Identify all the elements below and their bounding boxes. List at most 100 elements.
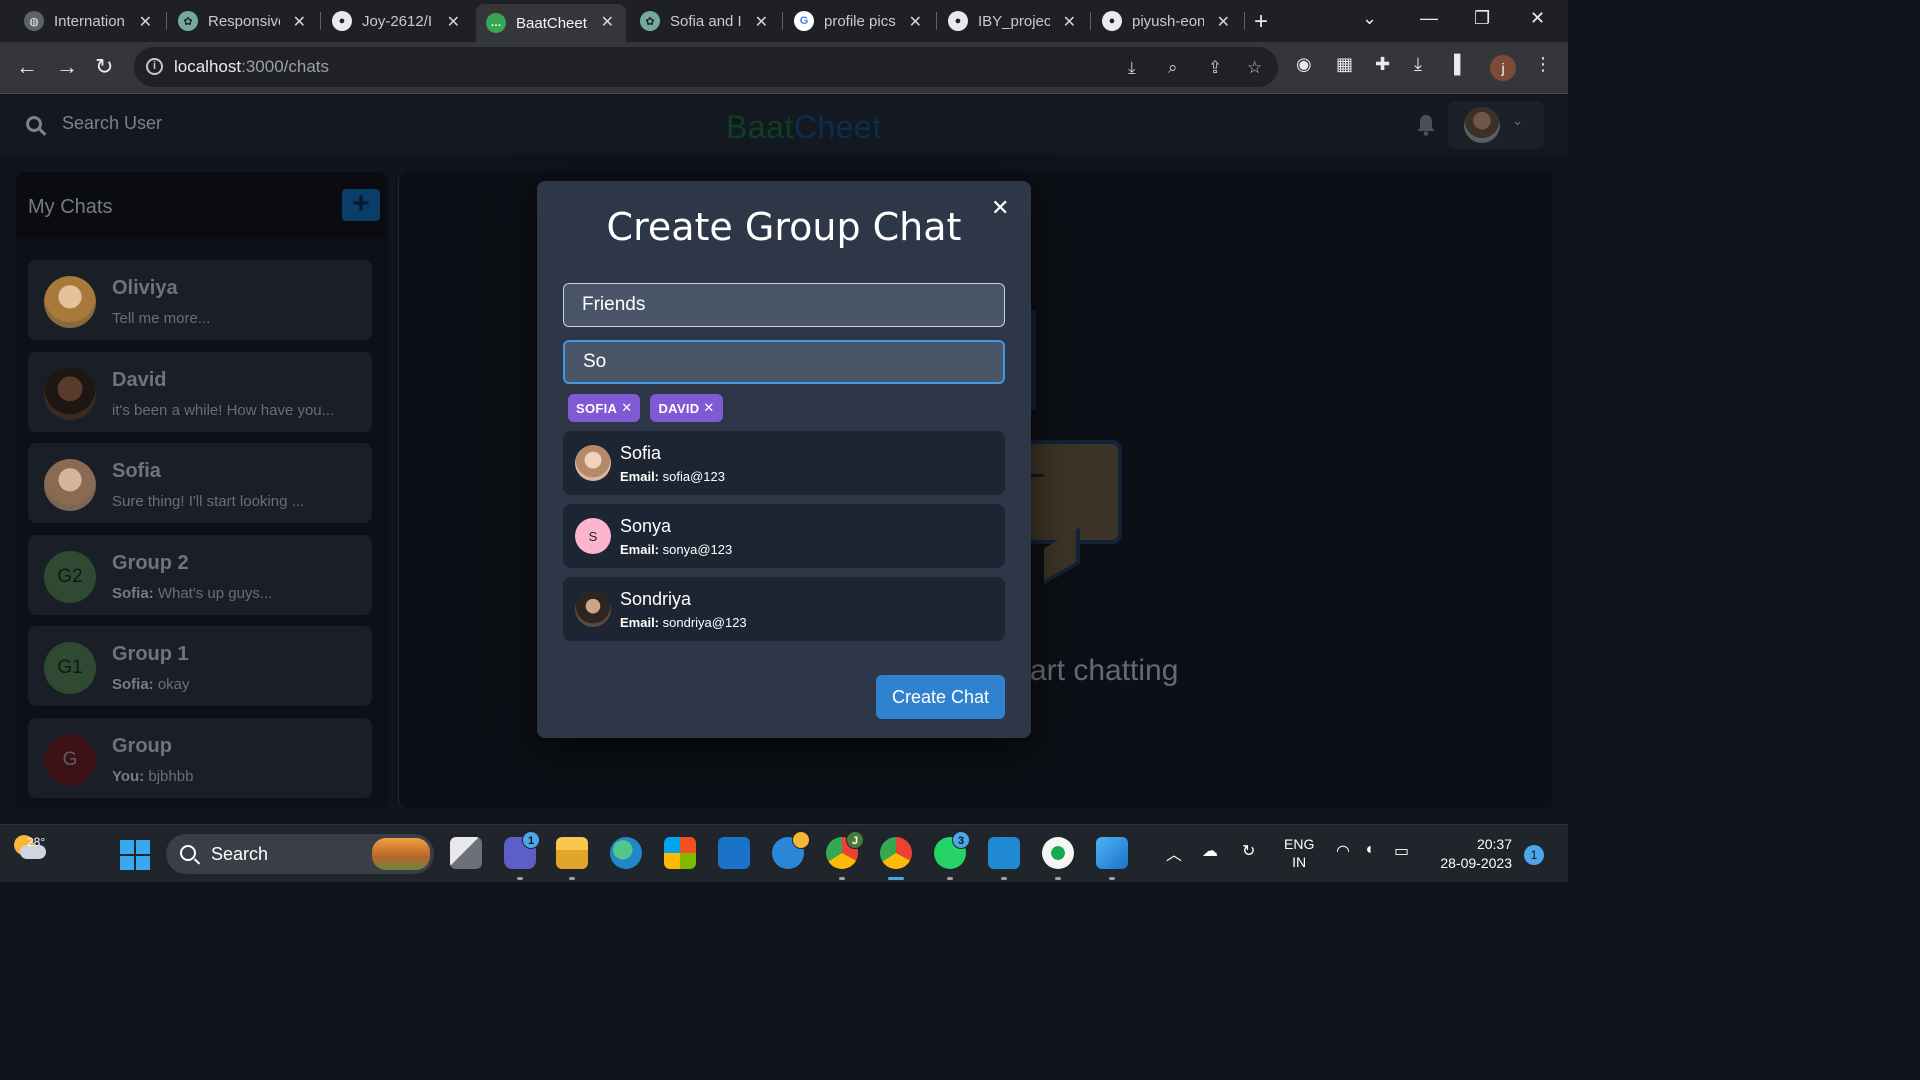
chat-list-item-group-2[interactable]: G2 Group 2 Sofia: What's up guys...	[28, 535, 372, 615]
url-text[interactable]: localhost:3000/chats	[174, 57, 329, 77]
bookmark-star-icon[interactable]: ☆	[1247, 58, 1262, 78]
google-icon: G	[794, 11, 814, 31]
tab-search-icon[interactable]: ⌄	[1362, 8, 1377, 29]
downloads-icon[interactable]: ⤓	[1414, 54, 1422, 75]
calculator-extension-icon[interactable]: ▦	[1336, 54, 1353, 75]
running-indicator	[1001, 877, 1007, 880]
close-tab-icon[interactable]: ✕	[293, 12, 306, 32]
tab-international[interactable]: ◍ Internation ✕	[14, 4, 164, 38]
my-chats-header: My Chats +	[16, 172, 388, 238]
minimize-icon[interactable]: —	[1420, 8, 1438, 29]
volume-icon[interactable]: ◖	[1364, 841, 1374, 859]
tab-piyush-eon[interactable]: ● piyush-eon ✕	[1092, 4, 1242, 38]
close-tab-icon[interactable]: ✕	[601, 12, 614, 32]
show-hidden-icons-chevron-icon[interactable]: ︿	[1166, 841, 1182, 865]
tab-baatcheet[interactable]: … BaatCheet ✕	[476, 4, 626, 42]
tab-profile-pics[interactable]: G profile pics ✕	[784, 4, 934, 38]
back-icon[interactable]: ←	[16, 54, 38, 80]
sync-icon[interactable]: ↻	[1242, 841, 1255, 861]
search-user-button[interactable]: Search User	[26, 113, 162, 134]
close-tab-icon[interactable]: ✕	[1217, 12, 1230, 32]
bell-icon[interactable]	[1416, 114, 1436, 136]
profile-menu-button[interactable]: ⌄	[1448, 101, 1544, 149]
avatar	[575, 445, 611, 481]
vscode-icon[interactable]	[988, 837, 1020, 869]
search-result-sondriya[interactable]: Sondriya Email: sondriya@123	[563, 577, 1005, 641]
restore-icon[interactable]: ❐	[1474, 8, 1490, 29]
close-tab-icon[interactable]: ✕	[909, 12, 922, 32]
new-group-chat-button[interactable]: +	[342, 189, 380, 221]
zoom-icon[interactable]: ⌕	[1168, 58, 1178, 78]
avatar	[575, 591, 611, 627]
avatar	[44, 459, 96, 511]
close-window-icon[interactable]: ✕	[1530, 8, 1545, 29]
search-icon	[26, 115, 42, 132]
chatgpt-icon: ✿	[178, 11, 198, 31]
language-indicator[interactable]: ENG IN	[1284, 835, 1314, 871]
running-indicator	[1109, 877, 1115, 880]
mongodb-compass-icon[interactable]	[1042, 837, 1074, 869]
selected-user-tag: SOFIA ✕	[568, 394, 641, 422]
browser-profile-avatar[interactable]: j	[1490, 55, 1516, 81]
running-indicator	[569, 877, 575, 880]
teams-badge: 1	[522, 831, 540, 849]
close-tab-icon[interactable]: ✕	[139, 12, 152, 32]
app-logo-title: BaatCheet	[726, 109, 882, 145]
chat-list-item-sofia[interactable]: Sofia Sure thing! I'll start looking ...	[28, 443, 372, 523]
search-result-sofia[interactable]: Sofia Email: sofia@123	[563, 431, 1005, 495]
share-icon[interactable]: ⇪	[1208, 58, 1222, 78]
photos-icon[interactable]	[1096, 837, 1128, 869]
remove-tag-icon[interactable]: ✕	[621, 400, 632, 416]
edge-icon[interactable]	[610, 837, 642, 869]
tab-responsive[interactable]: ✿ Responsive ✕	[168, 4, 318, 38]
system-clock[interactable]: 20:37 28-09-2023	[1432, 835, 1512, 873]
search-result-sonya[interactable]: S Sonya Email: sonya@123	[563, 504, 1005, 568]
remove-tag-icon[interactable]: ✕	[703, 400, 714, 416]
install-app-icon[interactable]: ⤓	[1128, 58, 1136, 78]
avatar: G2	[44, 551, 96, 603]
chat-bubble-line	[1030, 474, 1044, 477]
address-bar[interactable]: i localhost:3000/chats ⤓ ⌕ ⇪ ☆	[134, 47, 1278, 87]
chat-list-item-oliviya[interactable]: Oliviya Tell me more...	[28, 260, 372, 340]
tab-sofia-and[interactable]: ✿ Sofia and I ✕	[630, 4, 780, 38]
wifi-icon[interactable]: ◠	[1336, 841, 1350, 861]
close-tab-icon[interactable]: ✕	[447, 12, 460, 32]
file-explorer-icon[interactable]	[556, 837, 588, 869]
group-name-input[interactable]: Friends	[563, 283, 1005, 327]
reload-icon[interactable]: ↻	[95, 54, 113, 80]
close-tab-icon[interactable]: ✕	[755, 12, 768, 32]
grammarly-extension-icon[interactable]: ◉	[1296, 54, 1312, 75]
extensions-puzzle-icon[interactable]: ✚	[1375, 54, 1390, 75]
avatar	[1464, 107, 1500, 143]
notification-center-badge[interactable]: 1	[1524, 845, 1544, 865]
browser-menu-icon[interactable]: ⋮	[1534, 54, 1552, 75]
chat-list-item-group-1[interactable]: G1 Group 1 Sofia: okay	[28, 626, 372, 706]
avatar: G	[44, 734, 96, 786]
add-users-search-input[interactable]: So	[563, 340, 1005, 384]
myhp-icon[interactable]	[718, 837, 750, 869]
chat-list-item-group[interactable]: G Group You: bjbhbb	[28, 718, 372, 798]
taskbar-search[interactable]: Search	[166, 834, 434, 874]
create-chat-button[interactable]: Create Chat	[876, 675, 1005, 719]
battery-icon[interactable]: ▭	[1394, 841, 1409, 861]
forward-icon[interactable]: →	[56, 54, 78, 80]
running-indicator	[1055, 877, 1061, 880]
task-view-icon[interactable]	[450, 837, 482, 869]
side-panel-icon[interactable]: ▌	[1454, 54, 1467, 75]
avatar	[44, 368, 96, 420]
windows-start-icon[interactable]	[120, 840, 150, 870]
microsoft-store-icon[interactable]	[664, 837, 696, 869]
chevron-down-icon: ⌄	[1512, 113, 1523, 128]
github-icon: ●	[948, 11, 968, 31]
site-info-icon[interactable]: i	[146, 58, 163, 75]
avatar	[44, 276, 96, 328]
onedrive-cloud-icon[interactable]: ☁	[1202, 841, 1218, 861]
tab-iby-project[interactable]: ● IBY_project ✕	[938, 4, 1088, 38]
close-tab-icon[interactable]: ✕	[1063, 12, 1076, 32]
chat-list-item-david[interactable]: David it's been a while! How have you...	[28, 352, 372, 432]
modal-title: Create Group Chat	[606, 205, 962, 249]
chrome-icon[interactable]	[880, 837, 912, 869]
new-tab-icon[interactable]: +	[1254, 8, 1268, 36]
chrome-profile-badge: J	[846, 831, 864, 849]
tab-joy-github[interactable]: ● Joy-2612/I ✕	[322, 4, 472, 38]
